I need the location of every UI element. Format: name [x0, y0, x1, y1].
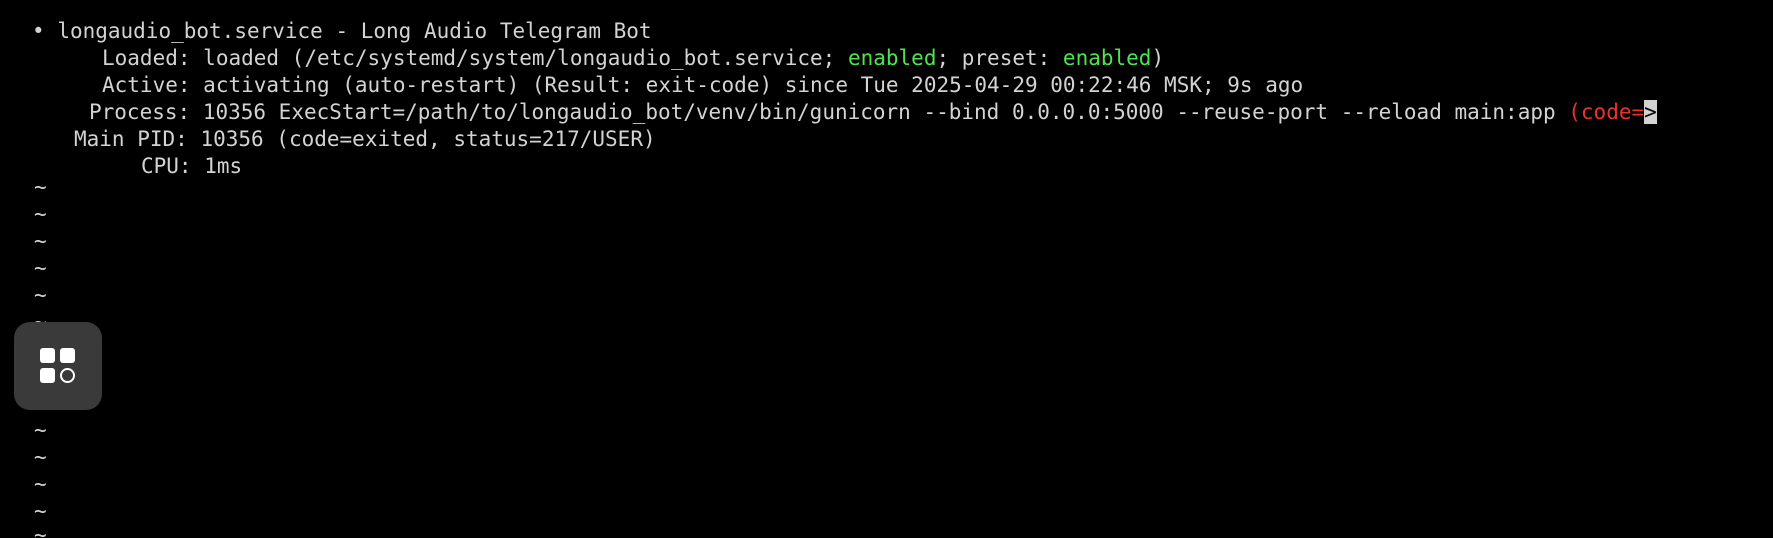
service-title: longaudio_bot.service - Long Audio Teleg…	[57, 19, 652, 43]
process-line: Process: 10356 ExecStart=/path/to/longau…	[89, 99, 1657, 126]
app-switcher-square-icon	[40, 348, 55, 363]
main-pid-line: Main PID: 10356 (code=exited, status=217…	[74, 126, 656, 153]
service-title-line: • longaudio_bot.service - Long Audio Tel…	[32, 18, 652, 45]
preset-enabled-status: enabled	[1062, 46, 1152, 70]
pager-tilde: ~	[34, 418, 47, 442]
pager-tilde: ~	[34, 202, 47, 226]
pager-tilde: ~	[34, 256, 47, 280]
app-switcher-square-icon	[60, 348, 75, 363]
app-switcher-button[interactable]	[14, 322, 102, 410]
pager-tilde: ~	[34, 229, 47, 253]
cpu-line: CPU: 1ms	[141, 153, 242, 180]
pager-tilde: ~	[34, 499, 47, 523]
pager-tilde: ~	[34, 472, 47, 496]
status-bullet: •	[32, 19, 45, 43]
process-value: 10356 ExecStart=/path/to/longaudio_bot/v…	[202, 100, 1569, 124]
app-switcher-square-icon	[40, 368, 55, 383]
main-pid-value: 10356 (code=exited, status=217/USER)	[200, 127, 656, 151]
pager-tilde: ~	[34, 523, 47, 538]
terminal-window[interactable]: • longaudio_bot.service - Long Audio Tel…	[0, 0, 1773, 538]
active-line: Active: activating (auto-restart) (Resul…	[102, 72, 1303, 99]
process-label: Process:	[89, 100, 191, 124]
loaded-label: Loaded:	[102, 46, 191, 70]
main-pid-label: Main PID:	[74, 127, 188, 151]
preset-label: ; preset:	[936, 46, 1063, 70]
app-switcher-circle-icon	[60, 368, 75, 383]
enabled-status: enabled	[847, 46, 937, 70]
pager-tilde: ~	[34, 283, 47, 307]
active-value: activating (auto-restart) (Result: exit-…	[203, 73, 1304, 97]
pager-tilde: ~	[34, 175, 47, 199]
pager-tilde: ~	[34, 445, 47, 469]
process-code: (code=	[1568, 100, 1645, 124]
loaded-line: Loaded: loaded (/etc/systemd/system/long…	[102, 45, 1164, 72]
truncation-cursor: >	[1644, 100, 1657, 124]
loaded-value: loaded (/etc/systemd/system/longaudio_bo…	[203, 46, 848, 70]
loaded-close: )	[1151, 46, 1165, 70]
cpu-value: 1ms	[204, 154, 243, 178]
cpu-label: CPU:	[141, 154, 192, 178]
active-label: Active:	[102, 73, 191, 97]
